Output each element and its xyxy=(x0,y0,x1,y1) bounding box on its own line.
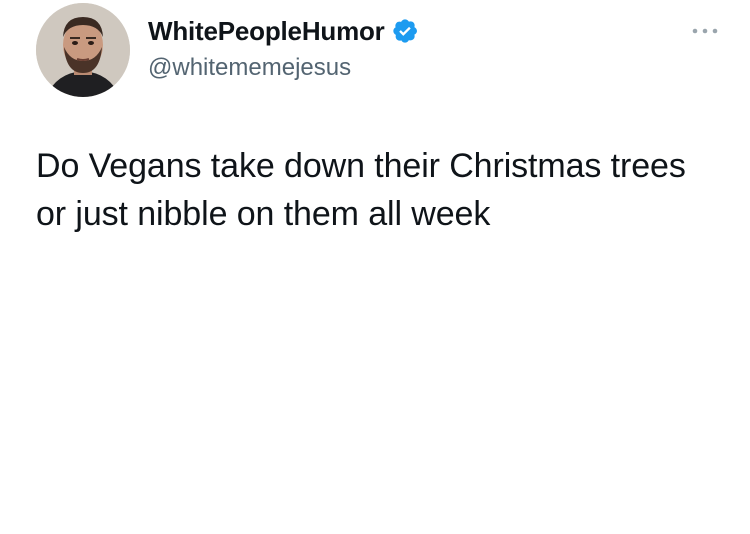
tweet-text: Do Vegans take down their Christmas tree… xyxy=(36,147,686,233)
display-name[interactable]: WhitePeopleHumor xyxy=(148,16,385,47)
display-name-row[interactable]: WhitePeopleHumor xyxy=(148,14,419,48)
verified-badge-icon xyxy=(391,17,419,45)
avatar[interactable] xyxy=(36,3,130,97)
more-horizontal-icon[interactable] xyxy=(690,24,720,38)
avatar-photo xyxy=(36,3,130,97)
user-handle[interactable]: @whitememejesus xyxy=(148,54,351,82)
tweet-card[interactable]: WhitePeopleHumor @whitememejesus Do Vega… xyxy=(0,0,750,534)
